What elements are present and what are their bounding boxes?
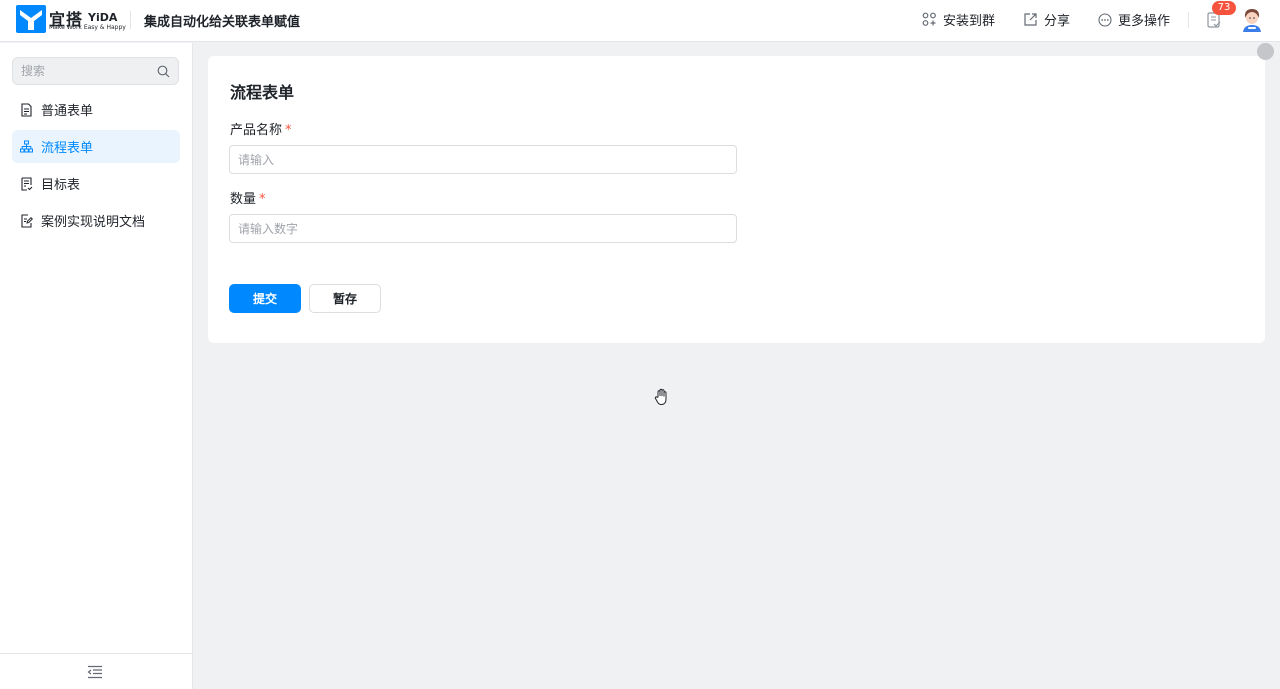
sidebar-item-label: 目标表: [41, 178, 81, 193]
install-label: 安装到群: [943, 14, 996, 29]
header-divider-right: [1188, 12, 1189, 28]
sidebar-item-case-doc[interactable]: 案例实现说明文档: [12, 204, 180, 237]
edit-doc-icon: [21, 213, 33, 228]
user-avatar[interactable]: [1240, 6, 1264, 32]
sidebar: 普通表单 流程表单 目标表 案例实现说明文档: [0, 43, 193, 689]
more-label: 更多操作: [1118, 14, 1171, 29]
scroll-indicator[interactable]: [1257, 43, 1274, 60]
field-label-product-name: 产品名称 *: [230, 119, 292, 138]
quantity-input[interactable]: [230, 215, 736, 242]
field-label-text: 数量: [230, 192, 257, 207]
more-actions-button[interactable]: 更多操作: [1098, 10, 1170, 29]
sidebar-item-label: 流程表单: [41, 141, 94, 156]
top-header: 宜搭 YiDA Make Work Easy & Happy 集成自动化给关联表…: [0, 0, 1280, 42]
hand-cursor-icon: [654, 388, 667, 406]
sidebar-footer: [0, 653, 192, 689]
brand-name-en: YiDA: [88, 11, 118, 24]
submit-button[interactable]: 提交: [229, 284, 301, 313]
sidebar-search: [12, 57, 179, 85]
header-divider: [130, 11, 131, 29]
yida-logo[interactable]: [16, 5, 46, 33]
sidebar-item-label: 普通表单: [41, 104, 94, 119]
product-name-input[interactable]: [230, 146, 736, 173]
brand-tagline: Make Work Easy & Happy: [49, 24, 126, 31]
document-icon: [21, 102, 32, 117]
more-icon: [1098, 12, 1112, 27]
notification-badge: 73: [1212, 1, 1236, 15]
app-title: 集成自动化给关联表单赋值: [144, 15, 301, 30]
form-card: 流程表单 产品名称* 数量* 提交 暂存: [208, 56, 1265, 343]
sidebar-item-flow-form[interactable]: 流程表单: [12, 130, 180, 163]
field-label-quantity: 数量 *: [230, 188, 266, 207]
save-draft-button[interactable]: 暂存: [309, 284, 381, 313]
collapse-sidebar-icon[interactable]: [87, 665, 103, 679]
quantity-field: [229, 214, 737, 243]
sidebar-item-normal-form[interactable]: 普通表单: [12, 93, 180, 126]
required-mark: *: [259, 192, 266, 207]
install-to-group-button[interactable]: 安装到群: [922, 10, 995, 29]
share-button[interactable]: 分享: [1023, 10, 1070, 29]
flow-icon: [20, 140, 33, 153]
search-input[interactable]: [13, 58, 178, 84]
required-mark: *: [285, 123, 292, 138]
apps-icon: [922, 12, 936, 26]
product-name-field: [229, 145, 737, 174]
report-icon: [21, 176, 33, 191]
share-label: 分享: [1044, 14, 1071, 29]
search-icon[interactable]: [157, 65, 170, 78]
field-label-text: 产品名称: [230, 123, 283, 138]
sidebar-item-target-table[interactable]: 目标表: [12, 167, 180, 200]
form-title: 流程表单: [230, 83, 295, 102]
sidebar-item-label: 案例实现说明文档: [41, 215, 146, 230]
share-icon: [1024, 13, 1037, 26]
